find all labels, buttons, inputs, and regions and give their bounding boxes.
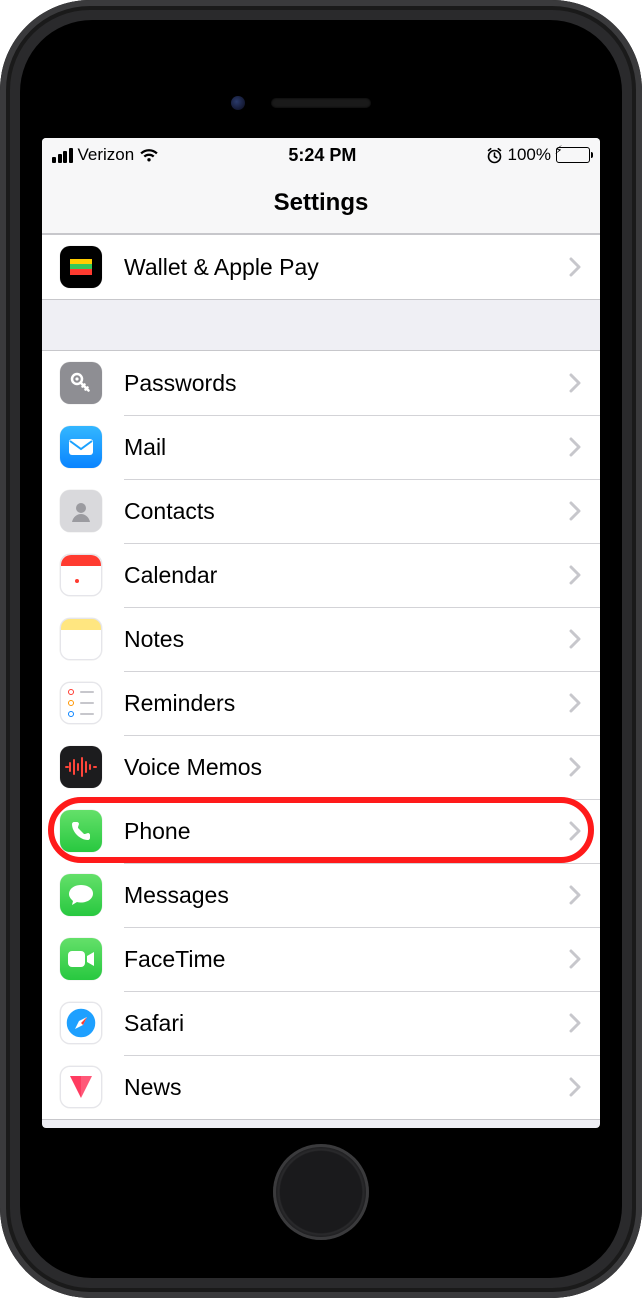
news-icon [60,1066,102,1108]
section-gap [42,300,600,350]
chevron-right-icon [569,373,582,393]
page-title: Settings [274,189,369,217]
home-button[interactable] [273,1144,369,1240]
settings-row-contacts[interactable]: Contacts [42,479,600,543]
row-label: Reminders [124,690,569,717]
settings-row-notes[interactable]: Notes [42,607,600,671]
mail-icon [60,426,102,468]
settings-row-phone[interactable]: Phone [42,799,600,863]
reminders-icon [60,682,102,724]
settings-row-calendar[interactable]: Calendar [42,543,600,607]
settings-row-reminders[interactable]: Reminders [42,671,600,735]
row-label: Wallet & Apple Pay [124,254,569,281]
alarm-icon [486,147,503,164]
cellular-signal-icon [52,148,73,163]
carrier-label: Verizon [78,145,135,165]
row-label: Mail [124,434,569,461]
row-label: Passwords [124,370,569,397]
settings-row-messages[interactable]: Messages [42,863,600,927]
row-label: News [124,1074,569,1101]
facetime-icon [60,938,102,980]
chevron-right-icon [569,257,582,277]
chevron-right-icon [569,437,582,457]
device-bezel: Verizon 5:24 PM 100% ⚡︎ [20,20,622,1278]
row-label: Contacts [124,498,569,525]
safari-icon [60,1002,102,1044]
phone-icon [60,810,102,852]
contacts-icon [60,490,102,532]
row-label: FaceTime [124,946,569,973]
chevron-right-icon [569,1077,582,1097]
settings-section: Wallet & Apple Pay [42,234,600,300]
calendar-icon [60,554,102,596]
front-camera [231,96,245,110]
settings-row-passwords[interactable]: Passwords [42,351,600,415]
nav-header: Settings [42,172,600,234]
status-bar: Verizon 5:24 PM 100% ⚡︎ [42,138,600,172]
settings-row-safari[interactable]: Safari [42,991,600,1055]
battery-icon: ⚡︎ [556,147,590,163]
voice-memos-icon [60,746,102,788]
row-label: Messages [124,882,569,909]
wallet-icon [60,246,102,288]
row-label: Safari [124,1010,569,1037]
row-label: Notes [124,626,569,653]
row-label: Phone [124,818,569,845]
row-label: Calendar [124,562,569,589]
settings-row-facetime[interactable]: FaceTime [42,927,600,991]
wifi-icon [139,148,159,163]
settings-row-wallet[interactable]: Wallet & Apple Pay [42,235,600,299]
chevron-right-icon [569,757,582,777]
chevron-right-icon [569,693,582,713]
settings-section: Passwords Mail Contacts [42,350,600,1120]
chevron-right-icon [569,885,582,905]
battery-percent-label: 100% [508,145,551,165]
screen: Verizon 5:24 PM 100% ⚡︎ [42,138,600,1128]
chevron-right-icon [569,949,582,969]
device-frame: Verizon 5:24 PM 100% ⚡︎ [0,0,642,1298]
chevron-right-icon [569,821,582,841]
key-icon [60,362,102,404]
settings-row-mail[interactable]: Mail [42,415,600,479]
earpiece-speaker [271,98,371,108]
settings-row-news[interactable]: News [42,1055,600,1119]
settings-row-voice-memos[interactable]: Voice Memos [42,735,600,799]
chevron-right-icon [569,565,582,585]
notes-icon [60,618,102,660]
messages-icon [60,874,102,916]
chevron-right-icon [569,501,582,521]
row-label: Voice Memos [124,754,569,781]
clock-label: 5:24 PM [288,145,356,166]
chevron-right-icon [569,1013,582,1033]
chevron-right-icon [569,629,582,649]
